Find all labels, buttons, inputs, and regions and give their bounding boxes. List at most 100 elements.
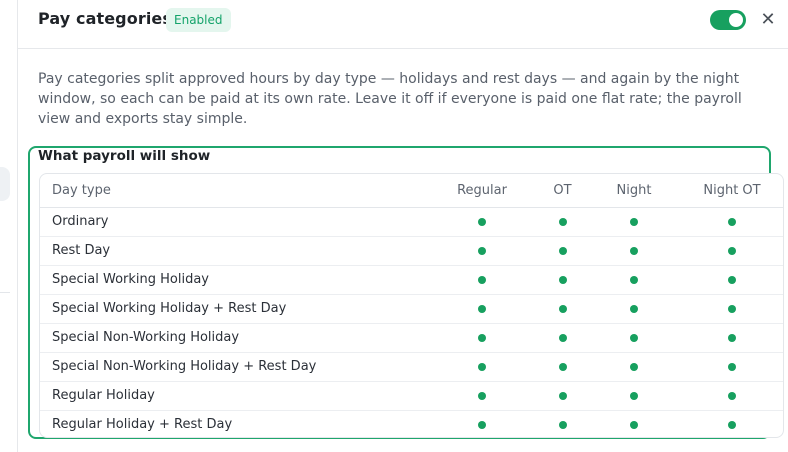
included-dot-icon (630, 391, 638, 400)
day-type-label: Special Non-Working Holiday (40, 323, 428, 353)
category-cell (679, 294, 783, 324)
table-row: Rest Day (40, 236, 783, 266)
included-dot-icon (728, 391, 736, 400)
table-row: Special Non-Working Holiday (40, 323, 783, 353)
table-row: Special Non-Working Holiday + Rest Day (40, 352, 783, 382)
included-dot-icon (558, 275, 567, 284)
included-dot-icon (478, 362, 486, 371)
category-cell (428, 323, 536, 353)
category-cell (536, 236, 589, 266)
category-cell (428, 410, 536, 437)
included-dot-icon (728, 217, 736, 226)
category-cell (589, 381, 679, 411)
included-dot-icon (558, 391, 567, 400)
enable-toggle[interactable] (710, 10, 746, 30)
category-cell (536, 323, 589, 353)
category-cell (679, 323, 783, 353)
category-cell (428, 207, 536, 237)
included-dot-icon (630, 275, 638, 284)
included-dot-icon (728, 246, 736, 255)
panel-title: Pay categories (38, 9, 172, 28)
category-cell (589, 294, 679, 324)
category-cell (679, 236, 783, 266)
table-row: Ordinary (40, 207, 783, 237)
included-dot-icon (728, 304, 736, 313)
category-cell (428, 294, 536, 324)
background-page-edge (0, 0, 18, 452)
table-row: Special Working Holiday (40, 265, 783, 295)
included-dot-icon (558, 420, 567, 429)
table-header-row: Day type Regular OT Night Night OT (40, 174, 783, 208)
column-header-night-ot: Night OT (679, 174, 783, 208)
included-dot-icon (630, 362, 638, 371)
category-cell (589, 352, 679, 382)
footer-note-cut-off (38, 446, 778, 452)
column-header-regular: Regular (428, 174, 536, 208)
included-dot-icon (558, 246, 567, 255)
column-header-ot: OT (536, 174, 589, 208)
day-type-label: Rest Day (40, 236, 428, 266)
included-dot-icon (728, 275, 736, 284)
included-dot-icon (558, 362, 567, 371)
panel-header: Pay categories Enabled ✕ (18, 0, 788, 49)
table-row: Special Working Holiday + Rest Day (40, 294, 783, 324)
included-dot-icon (478, 275, 486, 284)
day-type-label: Regular Holiday (40, 381, 428, 411)
category-cell (679, 207, 783, 237)
included-dot-icon (558, 304, 567, 313)
category-cell (589, 236, 679, 266)
day-type-label: Special Non-Working Holiday + Rest Day (40, 352, 428, 382)
included-dot-icon (630, 420, 638, 429)
category-cell (589, 410, 679, 437)
toggle-knob (729, 13, 743, 27)
category-cell (536, 207, 589, 237)
included-dot-icon (728, 362, 736, 371)
included-dot-icon (558, 217, 567, 226)
category-cell (536, 381, 589, 411)
included-dot-icon (630, 217, 638, 226)
category-cell (428, 236, 536, 266)
included-dot-icon (478, 246, 486, 255)
included-dot-icon (478, 420, 486, 429)
preview-table-container: Day type Regular OT Night Night OT Ordin… (39, 173, 784, 438)
included-dot-icon (478, 333, 486, 342)
category-cell (536, 410, 589, 437)
category-cell (589, 207, 679, 237)
category-cell (589, 265, 679, 295)
column-header-day-type: Day type (40, 174, 428, 208)
category-cell (536, 294, 589, 324)
category-cell (679, 410, 783, 437)
day-type-label: Ordinary (40, 207, 428, 237)
preview-title: What payroll will show (38, 148, 211, 164)
column-header-night: Night (589, 174, 679, 208)
day-type-label: Special Working Holiday + Rest Day (40, 294, 428, 324)
category-cell (428, 381, 536, 411)
included-dot-icon (558, 333, 567, 342)
category-cell (428, 265, 536, 295)
category-cell (679, 265, 783, 295)
category-cell (589, 323, 679, 353)
background-nav-item (0, 167, 10, 201)
included-dot-icon (630, 304, 638, 313)
day-type-label: Regular Holiday + Rest Day (40, 410, 428, 437)
preview-table: Day type Regular OT Night Night OT Ordin… (40, 174, 783, 437)
panel-description: Pay categories split approved hours by d… (38, 71, 742, 127)
table-row: Regular Holiday + Rest Day (40, 410, 783, 437)
included-dot-icon (728, 333, 736, 342)
category-cell (679, 381, 783, 411)
category-cell (536, 352, 589, 382)
category-cell (428, 352, 536, 382)
category-cell (536, 265, 589, 295)
pay-categories-panel: Pay categories Enabled ✕ Pay categories … (18, 0, 788, 452)
included-dot-icon (630, 246, 638, 255)
included-dot-icon (478, 391, 486, 400)
included-dot-icon (478, 217, 486, 226)
background-divider (0, 292, 10, 293)
table-row: Regular Holiday (40, 381, 783, 411)
status-badge: Enabled (166, 8, 231, 32)
included-dot-icon (630, 333, 638, 342)
day-type-label: Special Working Holiday (40, 265, 428, 295)
category-cell (679, 352, 783, 382)
included-dot-icon (728, 420, 736, 429)
close-icon[interactable]: ✕ (758, 8, 778, 32)
